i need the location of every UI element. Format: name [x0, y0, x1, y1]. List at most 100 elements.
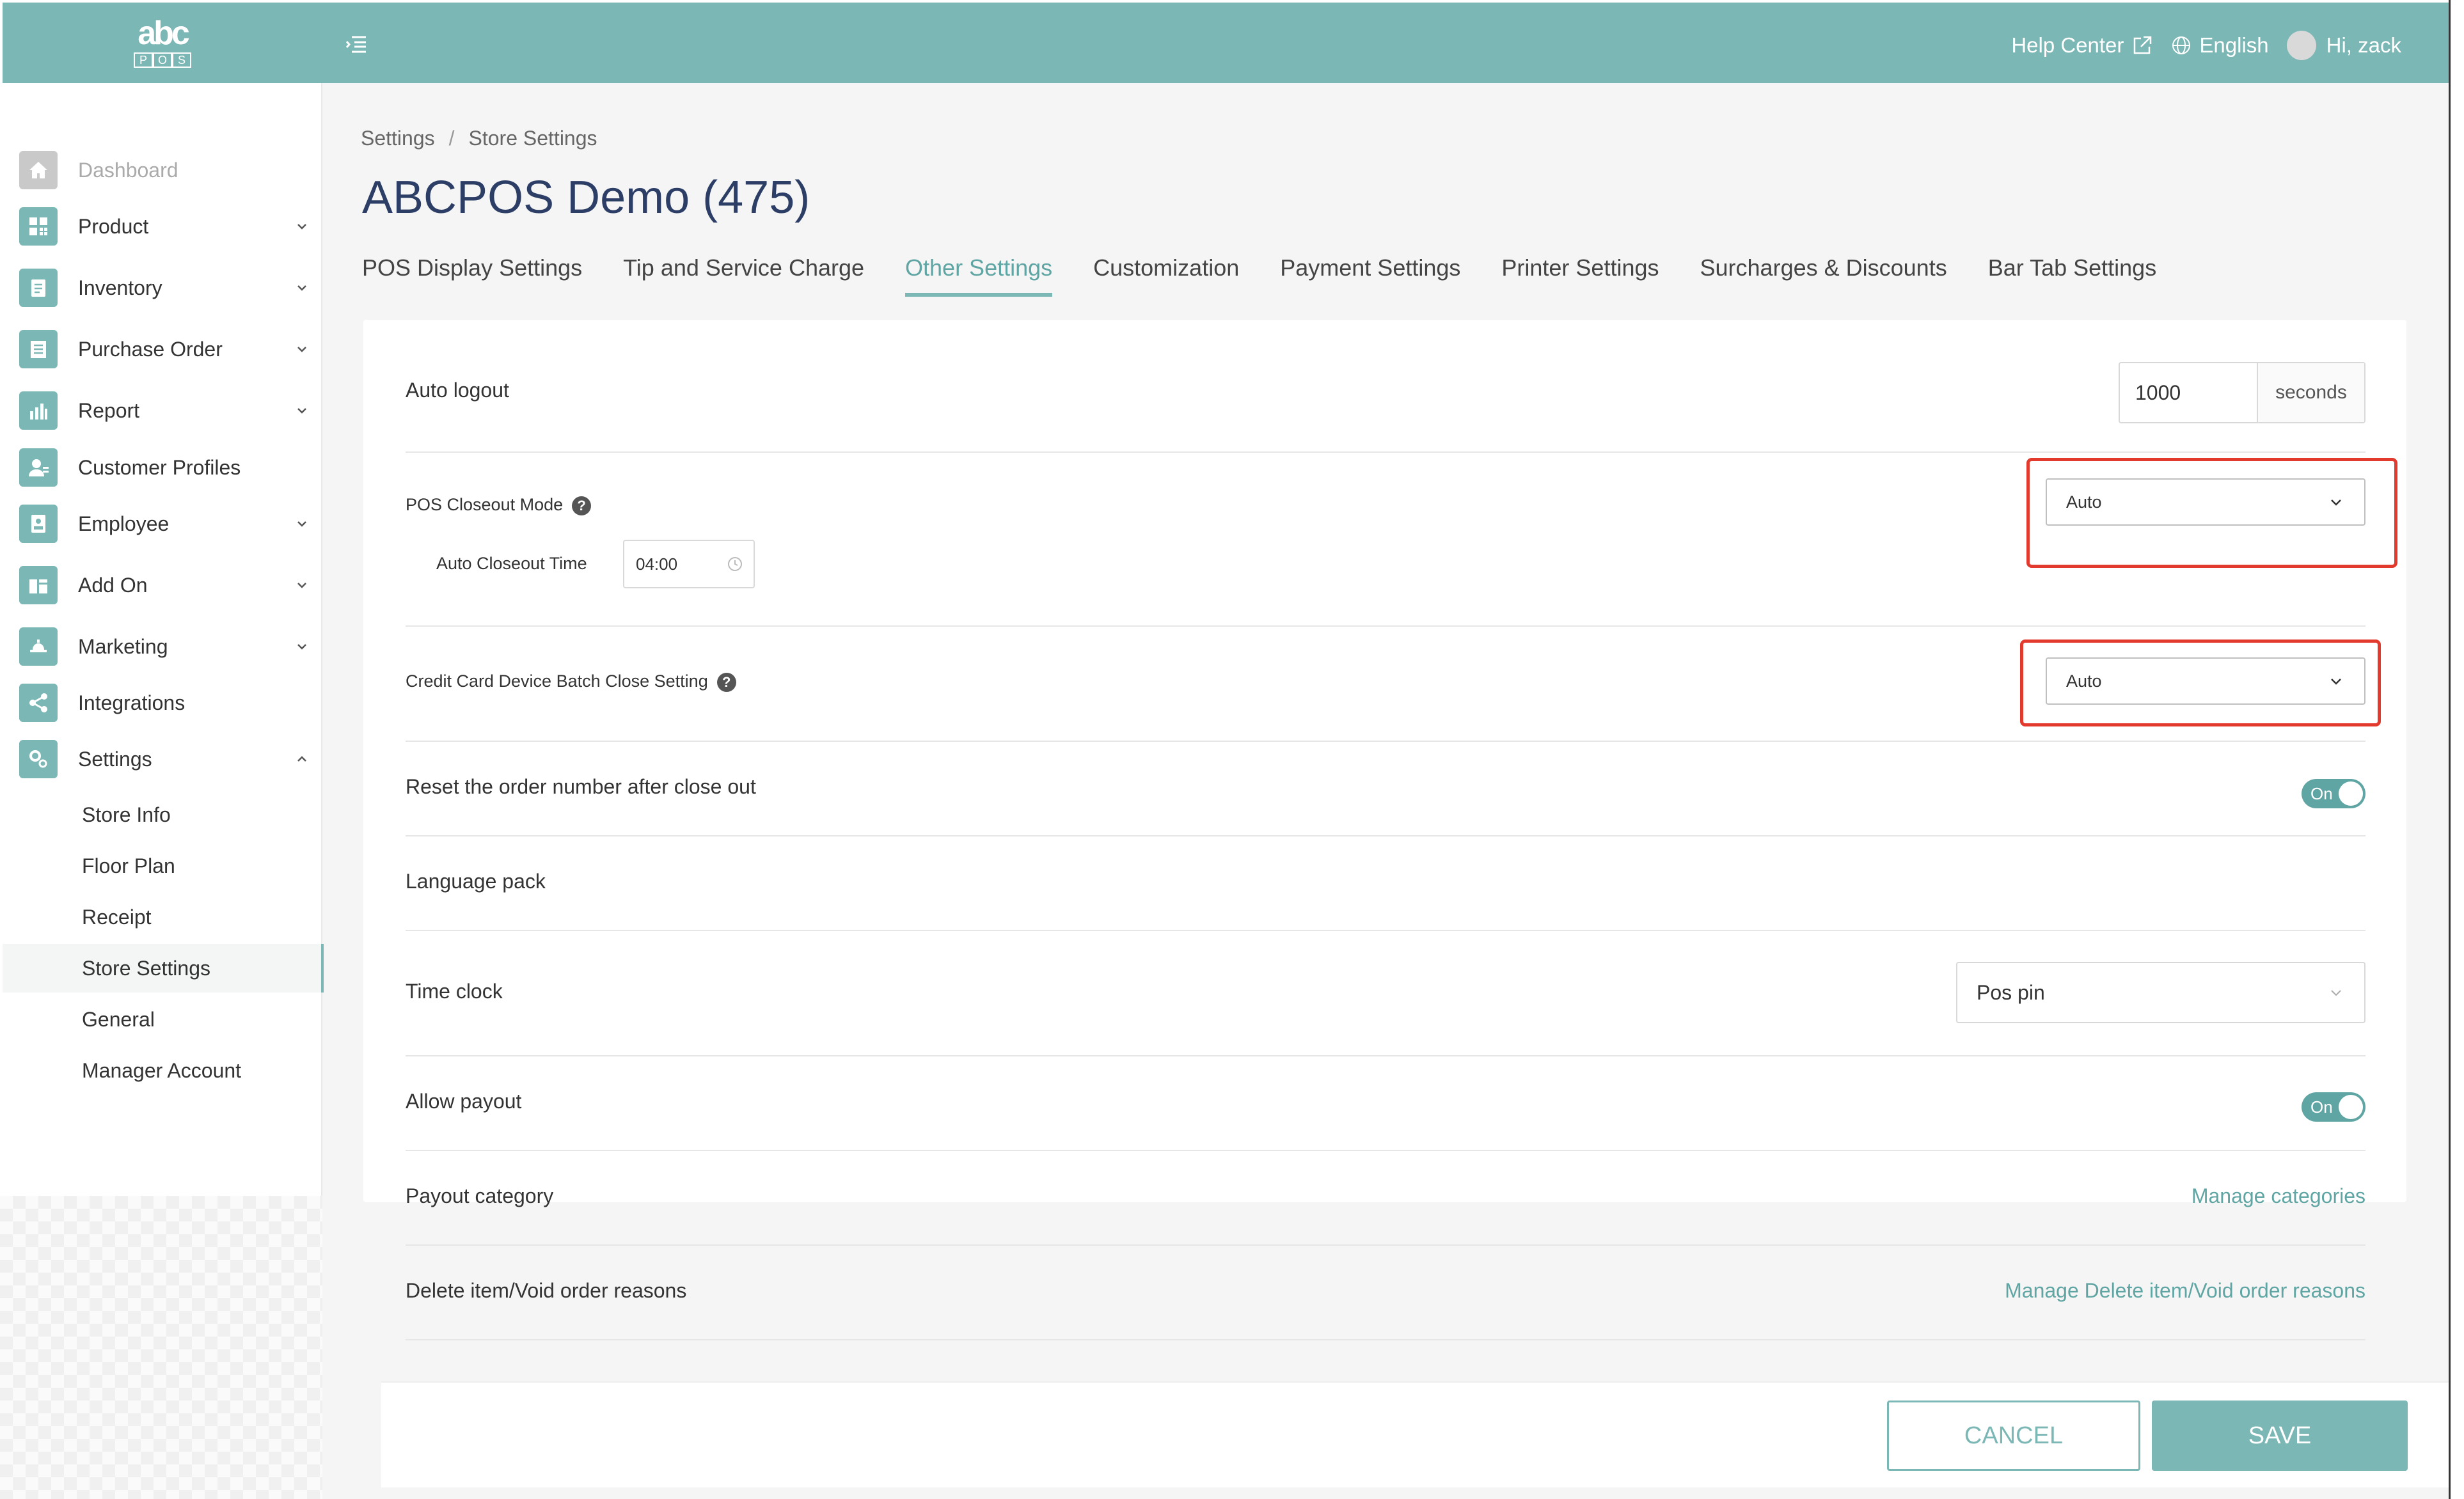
chevron-down-icon: [2331, 990, 2341, 996]
sidebar-subitem-floor-plan[interactable]: Floor Plan: [3, 842, 321, 890]
closeout-mode-text: POS Closeout Mode: [406, 495, 564, 514]
receipt-icon: [19, 330, 58, 368]
sidebar-subitem-store-info[interactable]: Store Info: [3, 790, 321, 839]
sidebar-subitem-label: Floor Plan: [82, 854, 175, 877]
chevron-down-icon: [297, 285, 306, 291]
sidebar-item-integrations[interactable]: Integrations: [19, 682, 313, 723]
auto-logout-input-group: 1000 seconds: [2119, 362, 2365, 423]
badge-icon: [19, 505, 58, 543]
share-icon: [19, 684, 58, 722]
tab-tip-and-service-charge[interactable]: Tip and Service Charge: [623, 255, 864, 297]
sidebar-item-label: Marketing: [78, 634, 168, 658]
help-center-link[interactable]: Help Center: [2011, 33, 2153, 58]
time-clock-value: Pos pin: [1977, 980, 2045, 1004]
sidebar-subitem-general[interactable]: General: [3, 995, 321, 1044]
sidebar-item-label: Report: [78, 398, 140, 422]
sidebar-subitem-label: Manager Account: [82, 1058, 242, 1082]
megaphone-icon: [19, 627, 58, 666]
tab-pos-display-settings[interactable]: POS Display Settings: [362, 255, 582, 297]
toggle-knob: [2339, 1095, 2363, 1119]
help-icon[interactable]: ?: [716, 672, 736, 692]
breadcrumb-root[interactable]: Settings: [361, 127, 435, 150]
chevron-up-icon: [297, 756, 306, 762]
time-clock-row: Time clock Pos pin: [406, 930, 2365, 1056]
form-footer: CANCEL SAVE: [381, 1381, 2449, 1487]
time-clock-select[interactable]: Pos pin: [1956, 962, 2365, 1023]
bar-chart-icon: [19, 391, 58, 430]
auto-logout-input[interactable]: 1000: [2120, 363, 2257, 422]
globe-icon: [2172, 36, 2191, 54]
tab-bar-tab-settings[interactable]: Bar Tab Settings: [1988, 255, 2157, 297]
closeout-mode-label: POS Closeout Mode?: [406, 495, 592, 515]
chevron-down-icon: [297, 521, 306, 527]
language-switcher[interactable]: English: [2171, 33, 2269, 58]
sidebar-item-employee[interactable]: Employee: [19, 503, 313, 544]
sidebar-subitem-label: Receipt: [82, 905, 152, 929]
batch-close-label: Credit Card Device Batch Close Setting?: [406, 671, 736, 692]
sidebar-item-label: Integrations: [78, 691, 186, 714]
menu-toggle-icon[interactable]: [345, 33, 367, 55]
manage-categories-link[interactable]: Manage categories: [2192, 1184, 2365, 1208]
tab-other-settings[interactable]: Other Settings: [905, 255, 1053, 297]
manage-delete-reasons-link[interactable]: Manage Delete item/Void order reasons: [2005, 1279, 2365, 1303]
sidebar-subitem-manager-account[interactable]: Manager Account: [3, 1046, 321, 1095]
sidebar-item-marketing[interactable]: Marketing: [19, 626, 313, 667]
sidebar-item-label: Purchase Order: [78, 337, 223, 361]
settings-panel: Auto logout 1000 seconds POS Closeout Mo…: [363, 320, 2406, 1340]
sidebar-item-label: Employee: [78, 512, 170, 535]
tab-payment-settings[interactable]: Payment Settings: [1280, 255, 1460, 297]
toggle-knob: [2339, 781, 2363, 806]
auto-logout-unit: seconds: [2257, 363, 2364, 422]
save-button[interactable]: SAVE: [2152, 1401, 2408, 1471]
tab-surcharges-discounts[interactable]: Surcharges & Discounts: [1700, 255, 1947, 297]
chevron-down-icon: [297, 583, 306, 588]
avatar: [2286, 31, 2316, 60]
sidebar-item-customer-profiles[interactable]: Customer Profiles: [19, 447, 313, 488]
tab-customization[interactable]: Customization: [1093, 255, 1239, 297]
reset-order-toggle[interactable]: On: [2302, 779, 2365, 808]
highlight-box: [2020, 640, 2381, 726]
highlight-box: [2026, 458, 2397, 568]
logo-sub: P O S: [127, 52, 198, 68]
closeout-time-input[interactable]: 04:00: [623, 540, 755, 588]
sidebar-item-settings[interactable]: Settings: [19, 739, 313, 780]
breadcrumb-current: Store Settings: [468, 127, 597, 150]
top-bar: abc P O S Help Center English Hi, zack: [3, 3, 2449, 83]
sidebar-item-product[interactable]: Product: [19, 206, 313, 247]
help-icon[interactable]: ?: [572, 496, 592, 515]
payout-category-row: Payout category Manage categories: [406, 1150, 2365, 1246]
batch-close-text: Credit Card Device Batch Close Setting: [406, 671, 708, 691]
delete-reasons-row: Delete item/Void order reasons Manage De…: [406, 1244, 2365, 1340]
sidebar-subitem-receipt[interactable]: Receipt: [3, 893, 321, 941]
breadcrumb-separator: /: [448, 127, 455, 150]
tab-printer-settings[interactable]: Printer Settings: [1501, 255, 1659, 297]
sidebar-subitem-label: Store Settings: [82, 956, 210, 980]
sidebar-item-label: Settings: [78, 747, 152, 771]
sidebar-item-dashboard[interactable]: Dashboard: [19, 150, 313, 191]
sidebar-subitem-label: Store Info: [82, 803, 171, 826]
settings-tabs: POS Display Settings Tip and Service Cha…: [362, 255, 2197, 297]
auto-logout-row: Auto logout 1000 seconds: [406, 320, 2365, 453]
user-menu[interactable]: Hi, zack: [2286, 31, 2401, 60]
header-actions: Help Center English Hi, zack: [1993, 29, 2401, 61]
chevron-down-icon: [297, 644, 306, 650]
sidebar-item-label: Dashboard: [78, 158, 178, 182]
help-center-label: Help Center: [2011, 33, 2124, 57]
chevron-down-icon: [297, 408, 306, 414]
sidebar-item-add-on[interactable]: Add On: [19, 565, 313, 606]
language-label: English: [2199, 33, 2269, 57]
sidebar-item-report[interactable]: Report: [19, 390, 313, 431]
logo-letter: O: [153, 52, 172, 68]
language-pack-row: Language pack: [406, 835, 2365, 931]
toggle-state: On: [2310, 1097, 2333, 1117]
logo-letter: S: [172, 52, 191, 68]
cancel-button[interactable]: CANCEL: [1887, 1401, 2140, 1471]
sidebar-item-purchase-order[interactable]: Purchase Order: [19, 329, 313, 370]
user-card-icon: [19, 448, 58, 487]
allow-payout-toggle[interactable]: On: [2302, 1092, 2365, 1122]
allow-payout-row: Allow payout On: [406, 1055, 2365, 1151]
sidebar-subitem-store-settings[interactable]: Store Settings: [3, 944, 324, 993]
logo[interactable]: abc P O S: [127, 17, 198, 70]
external-link-icon: [2134, 36, 2152, 54]
sidebar-item-inventory[interactable]: Inventory: [19, 267, 313, 308]
